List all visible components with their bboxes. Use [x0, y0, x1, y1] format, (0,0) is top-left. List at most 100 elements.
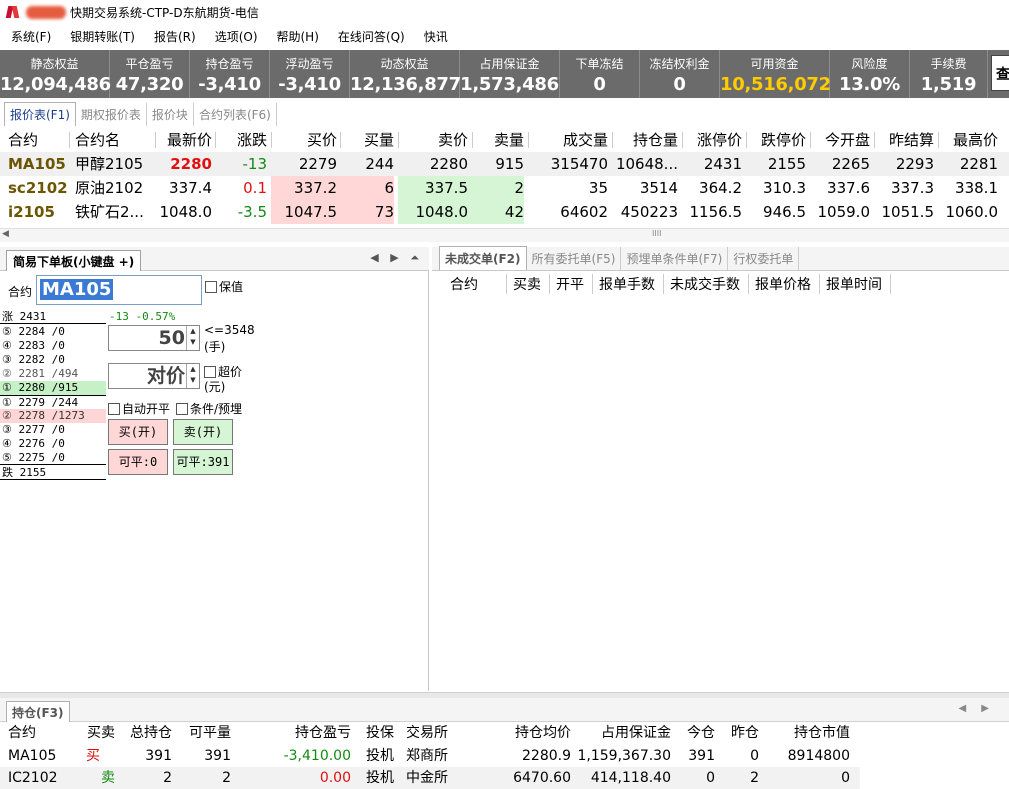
- contract-input-value: MA105: [40, 279, 114, 300]
- tab-simple-order[interactable]: 简易下单板(小键盘 +): [6, 250, 142, 271]
- poscol-margin[interactable]: 占用保证金: [575, 722, 671, 744]
- menu-help[interactable]: 帮助(H): [266, 28, 327, 45]
- positions-header-row: 合约 买卖 总持仓 可平量 持仓盈亏 投保 交易所 持仓均价 占用保证金 今仓 …: [0, 722, 860, 744]
- sell-open-button[interactable]: 卖(开): [173, 419, 233, 445]
- stat-margin: 占用保证金 1,573,486: [460, 50, 560, 98]
- hedge-checkbox-box[interactable]: [205, 281, 217, 293]
- tab-pending-orders[interactable]: 未成交单(F2): [439, 246, 527, 270]
- account-stats-bar: 静态权益 12,094,486 平仓盈亏 47,320 持仓盈亏 -3,410 浮动盈…: [0, 50, 1009, 98]
- col-limit-down[interactable]: 跌停价: [746, 128, 806, 152]
- col-last-price[interactable]: 最新价: [155, 128, 212, 152]
- poscol-exchange[interactable]: 交易所: [406, 722, 448, 744]
- quantity-value: 50: [158, 327, 185, 349]
- quote-row-i2105[interactable]: i2105 铁矿石2... 1048.0 -3.5 1047.5 73 1048…: [0, 200, 1009, 224]
- col-bid[interactable]: 买价: [271, 128, 337, 152]
- depth-bid-1[interactable]: ① 2279 /244: [0, 395, 106, 409]
- stat-commission: 手续费 1,519: [910, 50, 988, 98]
- poscol-hedge[interactable]: 投保: [366, 722, 394, 744]
- stat-order-frozen: 下单冻结 0: [560, 50, 640, 98]
- app-logo-icon: [6, 5, 20, 19]
- col-volume[interactable]: 成交量: [528, 128, 608, 152]
- pcol-contract[interactable]: 合约: [444, 274, 507, 294]
- col-high[interactable]: 最高价: [938, 128, 998, 152]
- poscol-today[interactable]: 今仓: [675, 722, 715, 744]
- menu-bank-transfer[interactable]: 银期转账(T): [59, 28, 143, 45]
- sell-closable-button[interactable]: 可平:391: [173, 449, 233, 475]
- depth-ask-2[interactable]: ② 2281 /494: [0, 367, 106, 381]
- menu-system[interactable]: 系统(F): [0, 28, 59, 45]
- pcol-order-time[interactable]: 报单时间: [820, 274, 891, 294]
- poscol-market-value[interactable]: 持仓市值: [762, 722, 850, 744]
- tab-exercise-orders[interactable]: 行权委托单: [728, 247, 800, 270]
- col-open[interactable]: 今开盘: [810, 128, 870, 152]
- poscol-side[interactable]: 买卖: [70, 722, 115, 744]
- super-price-checkbox-box[interactable]: [204, 366, 216, 378]
- stepper-arrows-icon[interactable]: ▲ ▼: [186, 364, 199, 388]
- pcol-open-close[interactable]: 开平: [550, 274, 593, 294]
- redacted-name: [26, 5, 66, 19]
- tab-conditional-orders[interactable]: 预埋单条件单(F7): [621, 247, 729, 270]
- auto-open-close-checkbox[interactable]: 自动开平: [108, 400, 170, 417]
- tab-contract-list[interactable]: 合约列表(F6): [194, 103, 277, 126]
- col-contract-name[interactable]: 合约名: [75, 128, 150, 152]
- tab-all-orders[interactable]: 所有委托单(F5): [527, 247, 622, 270]
- position-row-ma105[interactable]: MA105 买 391 391 -3,410.00 投机 郑商所 2280.9 …: [0, 745, 860, 767]
- quote-row-sc2102[interactable]: sc2102 原油2102 337.4 0.1 337.2 6 337.5 2 …: [0, 176, 1009, 200]
- depth-limit-up[interactable]: 涨 2431: [0, 310, 106, 324]
- col-prev-settle[interactable]: 昨结算: [874, 128, 934, 152]
- poscol-pnl[interactable]: 持仓盈亏: [235, 722, 351, 744]
- depth-bid-3[interactable]: ③ 2277 /0: [0, 423, 106, 437]
- quantity-stepper[interactable]: 50 ▲ ▼: [108, 325, 200, 351]
- col-bid-vol[interactable]: 买量: [340, 128, 394, 152]
- col-ask[interactable]: 卖价: [398, 128, 468, 152]
- buy-closable-button[interactable]: 可平:0: [108, 449, 168, 475]
- poscol-yesterday[interactable]: 昨仓: [718, 722, 759, 744]
- scroll-grip[interactable]: IIII: [652, 229, 661, 238]
- quote-row-ma105[interactable]: MA105 甲醇2105 2280 -13 2279 244 2280 915 …: [0, 152, 1009, 176]
- pcol-unfilled-qty[interactable]: 未成交手数: [664, 274, 749, 294]
- depth-ask-5[interactable]: ⑤ 2284 /0: [0, 325, 106, 339]
- depth-ask-3[interactable]: ③ 2282 /0: [0, 353, 106, 367]
- tab-option-quote[interactable]: 期权报价表: [76, 103, 147, 126]
- panel-nav-arrows-icon[interactable]: ◀ ▶ ⏶: [370, 251, 423, 265]
- col-ask-vol[interactable]: 卖量: [472, 128, 524, 152]
- query-button[interactable]: 查: [991, 55, 1009, 91]
- buy-open-button[interactable]: 买(开): [108, 419, 168, 445]
- depth-bid-5[interactable]: ⑤ 2275 /0: [0, 451, 106, 465]
- col-change[interactable]: 涨跌: [215, 128, 267, 152]
- col-limit-up[interactable]: 涨停价: [682, 128, 742, 152]
- pcol-order-qty[interactable]: 报单手数: [593, 274, 664, 294]
- menu-options[interactable]: 选项(O): [204, 28, 266, 45]
- depth-ask-1[interactable]: ① 2280 /915: [0, 381, 106, 395]
- col-contract[interactable]: 合约: [8, 128, 68, 152]
- menu-news[interactable]: 快讯: [413, 28, 456, 45]
- depth-bid-4[interactable]: ④ 2276 /0: [0, 437, 106, 451]
- stepper-arrows-icon[interactable]: ▲ ▼: [186, 326, 199, 350]
- title-bar: 快期交易系统-CTP-D东航期货-电信: [0, 0, 1009, 24]
- price-stepper[interactable]: 对价 ▲ ▼: [108, 363, 200, 389]
- positions-nav-arrows-icon[interactable]: ◀ ▶: [958, 703, 995, 714]
- pcol-side[interactable]: 买卖: [507, 274, 550, 294]
- contract-input[interactable]: MA105: [36, 275, 202, 305]
- depth-ask-4[interactable]: ④ 2283 /0: [0, 339, 106, 353]
- poscol-total[interactable]: 总持仓: [118, 722, 172, 744]
- col-open-interest[interactable]: 持仓量: [612, 128, 678, 152]
- condition-checkbox-box[interactable]: [176, 403, 188, 415]
- pcol-order-price[interactable]: 报单价格: [749, 274, 820, 294]
- menu-report[interactable]: 报告(R): [143, 28, 204, 45]
- poscol-closable[interactable]: 可平量: [175, 722, 231, 744]
- tab-quote-table[interactable]: 报价表(F1): [4, 102, 76, 126]
- condition-order-checkbox[interactable]: 条件/预埋: [176, 400, 242, 417]
- quote-horizontal-scrollbar[interactable]: ◀ IIII: [0, 228, 1009, 242]
- depth-limit-down[interactable]: 跌 2155: [0, 466, 106, 480]
- position-row-ic2102[interactable]: IC2102 卖 2 2 0.00 投机 中金所 6470.60 414,118…: [0, 767, 860, 789]
- poscol-avg-price[interactable]: 持仓均价: [460, 722, 571, 744]
- hedge-checkbox[interactable]: 保值: [205, 278, 243, 295]
- scroll-left-icon[interactable]: ◀: [2, 229, 9, 239]
- tab-positions[interactable]: 持仓(F3): [6, 701, 70, 722]
- poscol-contract[interactable]: 合约: [8, 722, 36, 744]
- auto-checkbox-box[interactable]: [108, 403, 120, 415]
- menu-online-qa[interactable]: 在线问答(Q): [327, 28, 413, 45]
- tab-quote-block[interactable]: 报价块: [147, 103, 194, 126]
- depth-bid-2[interactable]: ② 2278 /1273: [0, 409, 106, 423]
